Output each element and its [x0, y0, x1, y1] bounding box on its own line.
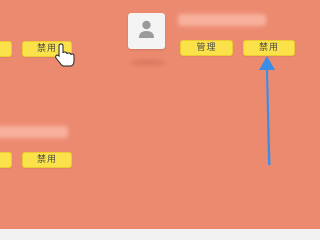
- avatar: [128, 13, 165, 49]
- row1-left-edge-button[interactable]: [0, 41, 12, 57]
- redacted-username-top: [178, 14, 266, 26]
- row1-manage-button[interactable]: 管理: [180, 40, 233, 56]
- footer-strip: [0, 229, 320, 240]
- blue-arrow-icon: [259, 56, 275, 165]
- avatar-shadow: [130, 60, 166, 65]
- row1-disable-button-left[interactable]: 禁用: [22, 41, 72, 57]
- row1-disable-button-right[interactable]: 禁用: [243, 40, 295, 56]
- user-management-panel: 禁用 管理 禁用 禁用: [0, 0, 320, 240]
- row2-left-edge-button[interactable]: [0, 152, 12, 168]
- redacted-username-left: [0, 126, 68, 138]
- user-avatar-icon: [139, 20, 154, 38]
- row2-disable-button[interactable]: 禁用: [22, 152, 72, 168]
